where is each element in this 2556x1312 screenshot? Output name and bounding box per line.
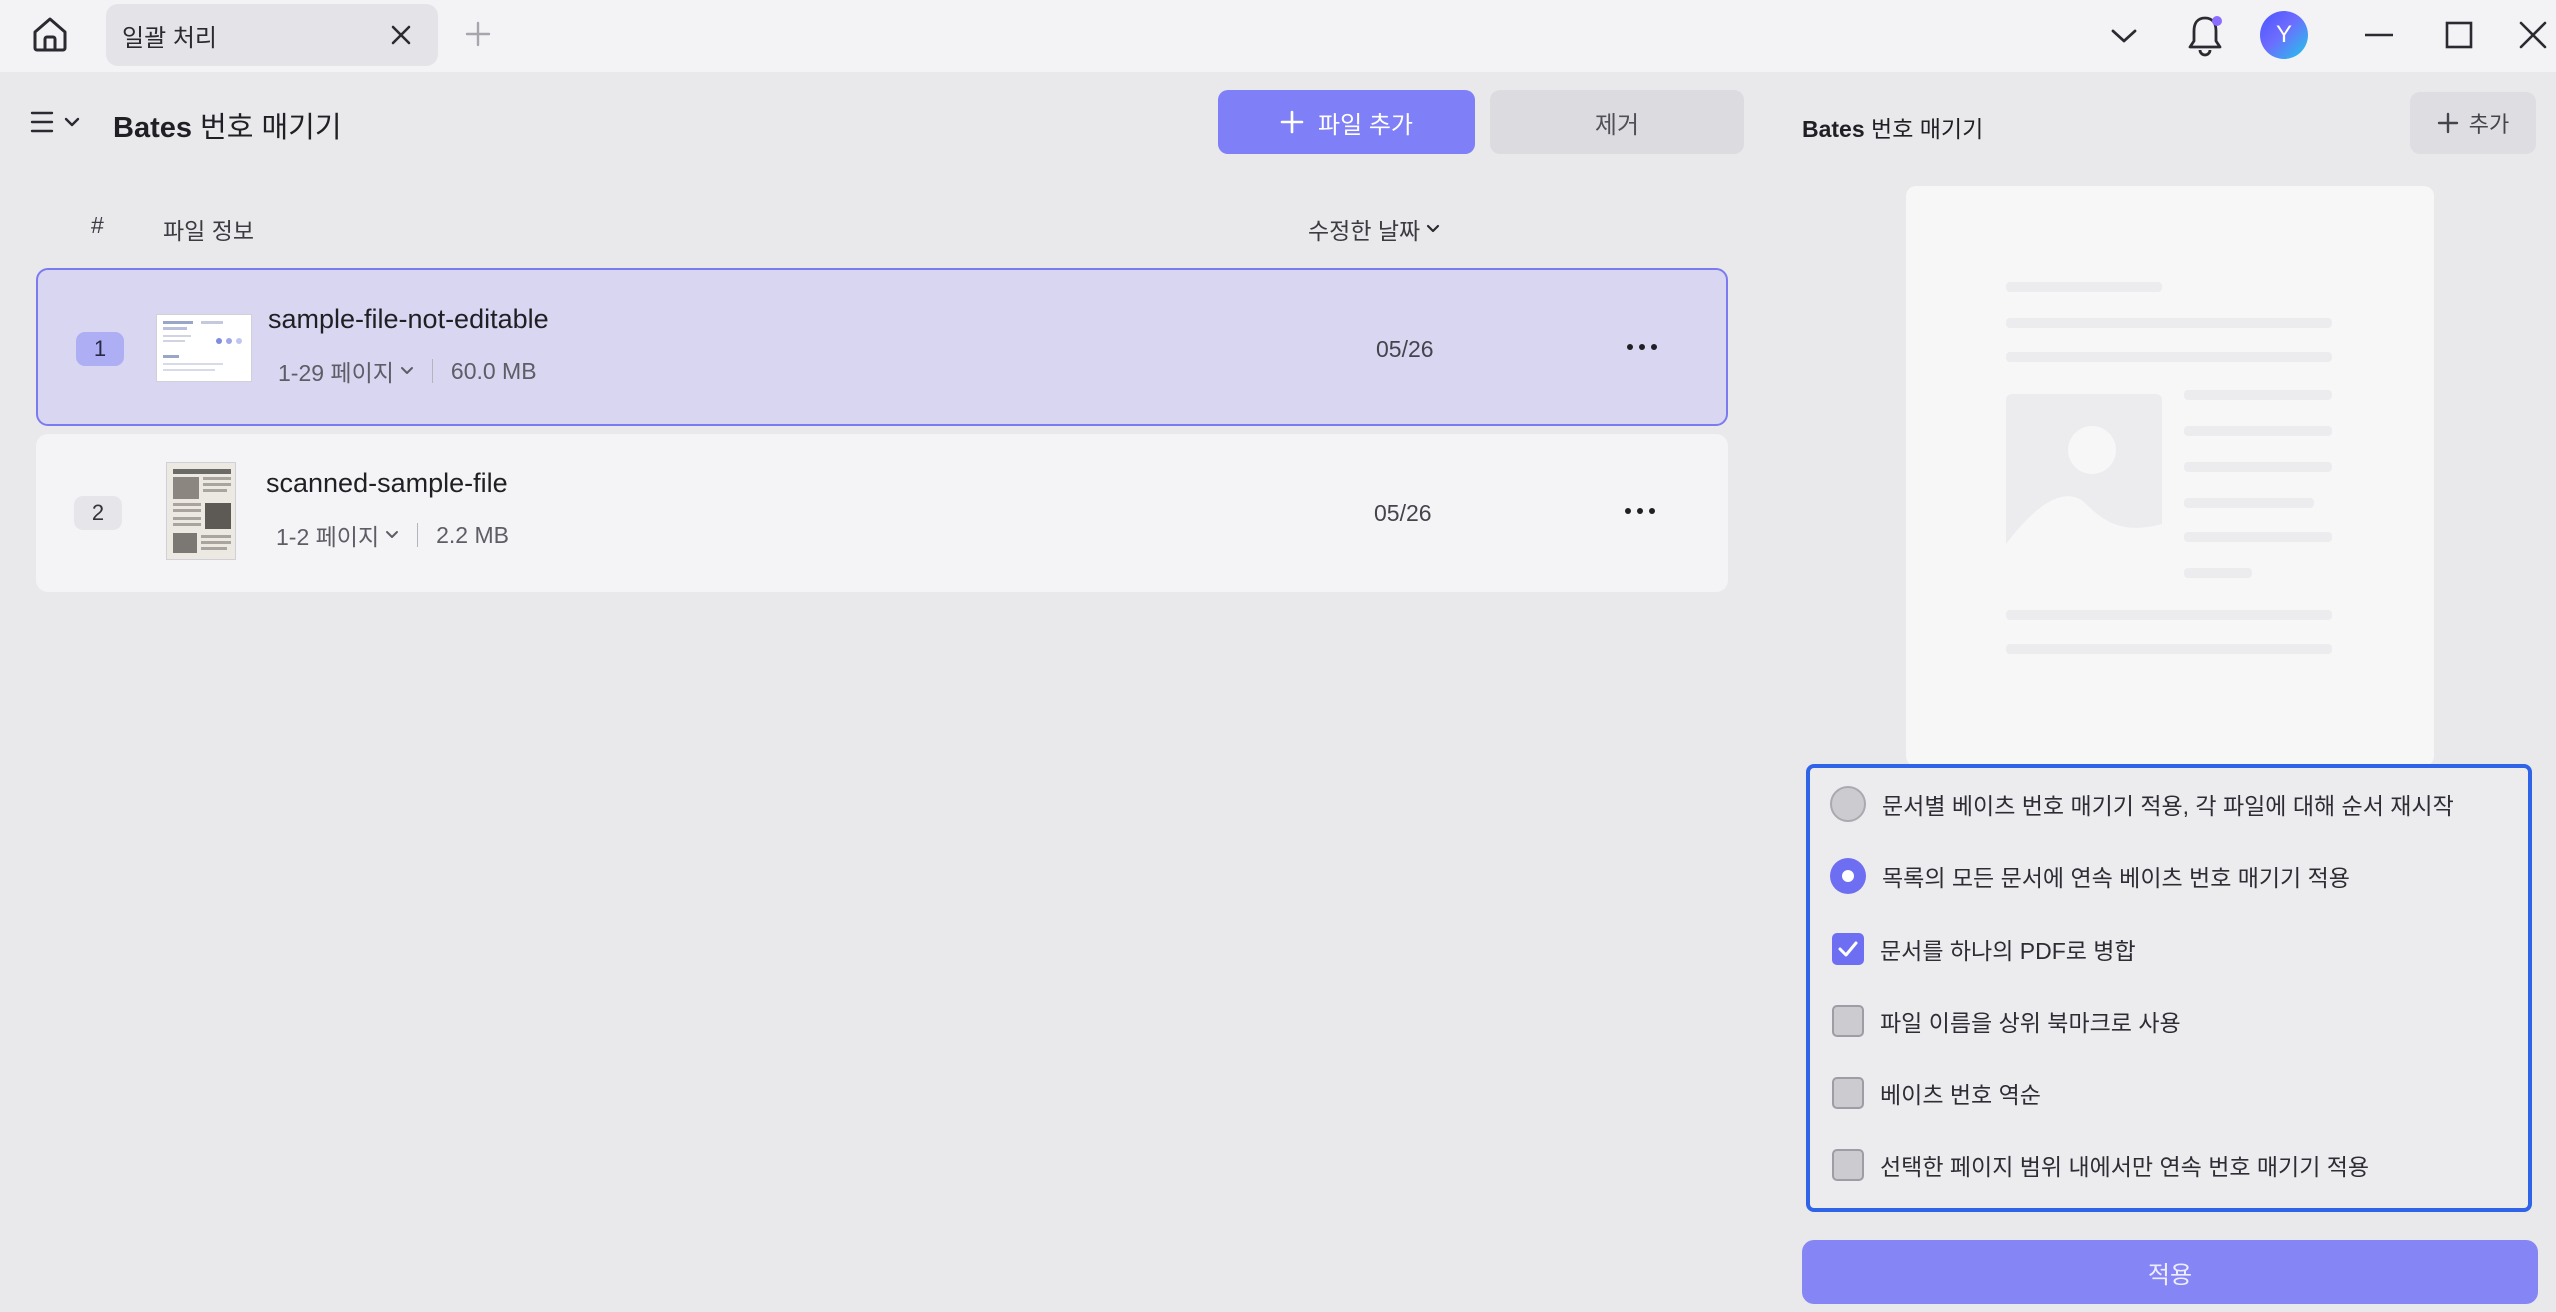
settings-title: Bates 번호 매기기 — [1802, 110, 1983, 144]
file-size: 2.2 MB — [436, 521, 509, 548]
more-options-button[interactable] — [1620, 332, 1664, 362]
chevron-down-icon — [1427, 224, 1440, 233]
file-date: 05/26 — [1376, 336, 1434, 362]
close-icon — [391, 25, 411, 45]
titlebar-dropdown-button[interactable] — [2104, 16, 2144, 56]
column-header-number: # — [91, 212, 104, 238]
page-range-label: 1-2 페이지 — [276, 524, 380, 550]
file-date: 05/26 — [1374, 500, 1432, 526]
file-thumbnail — [156, 314, 252, 382]
file-meta: 1-29 페이지 60.0 MB — [278, 354, 537, 388]
remove-button[interactable]: 제거 — [1490, 90, 1744, 154]
new-tab-button[interactable] — [460, 16, 496, 52]
row-number: 1 — [76, 332, 124, 366]
add-file-button[interactable]: 파일 추가 — [1218, 90, 1475, 154]
option-restart-per-file[interactable]: 문서별 베이츠 번호 매기기 적용, 각 파일에 대해 순서 재시작 — [1830, 786, 2454, 822]
plus-icon — [1280, 110, 1304, 134]
file-size: 60.0 MB — [450, 357, 537, 384]
maximize-button[interactable] — [2436, 14, 2482, 56]
option-continuous-numbering[interactable]: 목록의 모든 문서에 연속 베이츠 번호 매기기 적용 — [1830, 858, 2350, 894]
checkbox[interactable] — [1832, 1077, 1864, 1109]
remove-label: 제거 — [1594, 111, 1640, 139]
plus-icon — [2437, 112, 2458, 134]
page-range-dropdown[interactable]: 1-29 페이지 — [278, 354, 414, 388]
column-header-file-info: 파일 정보 — [163, 218, 255, 244]
divider — [431, 359, 433, 383]
column-header-modified-date[interactable]: 수정한 날짜 — [1308, 212, 1440, 246]
menu-icon — [30, 111, 54, 133]
option-label: 선택한 페이지 범위 내에서만 연속 번호 매기기 적용 — [1880, 1154, 2370, 1180]
checkbox-checked[interactable] — [1832, 933, 1864, 965]
more-icon — [1627, 344, 1633, 350]
divider — [417, 523, 419, 547]
bell-icon — [2188, 16, 2222, 57]
file-row[interactable]: 1 sample-file-not-editable 1-29 페이지 60.0… — [36, 268, 1728, 426]
chevron-down-icon — [400, 367, 413, 374]
option-label: 문서를 하나의 PDF로 병합 — [1880, 938, 2136, 964]
page-range-label: 1-29 페이지 — [278, 360, 394, 386]
option-label: 베이츠 번호 역순 — [1880, 1082, 2041, 1108]
tab-batch-processing[interactable]: 일괄 처리 — [106, 4, 438, 66]
tab-title: 일괄 처리 — [122, 24, 217, 52]
bates-options-panel: 문서별 베이츠 번호 매기기 적용, 각 파일에 대해 순서 재시작 목록의 모… — [1806, 764, 2532, 1212]
row-number: 2 — [74, 496, 122, 530]
avatar[interactable]: Y — [2260, 11, 2308, 59]
maximize-icon — [2445, 21, 2473, 49]
file-name: scanned-sample-file — [266, 468, 508, 498]
page-title-rest: 번호 매기기 — [192, 112, 342, 144]
close-window-button[interactable] — [2510, 14, 2556, 56]
file-name: sample-file-not-editable — [268, 304, 549, 334]
settings-title-bold: Bates — [1802, 116, 1865, 142]
apply-button[interactable]: 적용 — [1802, 1240, 2538, 1304]
more-options-button[interactable] — [1618, 496, 1662, 526]
option-filename-bookmark[interactable]: 파일 이름을 상위 북마크로 사용 — [1830, 1004, 2181, 1038]
document-thumbnail-icon — [163, 321, 242, 371]
option-selected-range-only[interactable]: 선택한 페이지 범위 내에서만 연속 번호 매기기 적용 — [1830, 1148, 2369, 1182]
apply-label: 적용 — [2147, 1261, 2193, 1289]
option-merge-pdf[interactable]: 문서를 하나의 PDF로 병합 — [1830, 932, 2136, 966]
file-list-panel — [0, 72, 1764, 1312]
page-title-bold: Bates — [113, 112, 192, 144]
checkbox[interactable] — [1832, 1005, 1864, 1037]
check-icon — [1838, 941, 1858, 957]
chevron-down-icon — [2111, 29, 2137, 43]
tab-close-button[interactable] — [386, 20, 416, 50]
option-label: 목록의 모든 문서에 연속 베이츠 번호 매기기 적용 — [1882, 865, 2350, 891]
minimize-button[interactable] — [2356, 14, 2402, 56]
radio-button[interactable] — [1830, 786, 1866, 822]
add-bates-label: 추가 — [2468, 112, 2510, 137]
close-icon — [2519, 21, 2547, 49]
notifications-button[interactable] — [2180, 10, 2230, 60]
chevron-down-icon — [386, 531, 399, 538]
home-icon — [33, 17, 67, 52]
image-placeholder-icon — [2006, 394, 2162, 584]
add-file-label: 파일 추가 — [1318, 111, 1413, 139]
page-preview — [1906, 186, 2434, 766]
checkbox[interactable] — [1832, 1149, 1864, 1181]
file-row[interactable]: 2 scanned-sample-file 1-2 페이지 2.2 MB 05/… — [36, 434, 1728, 592]
radio-button-selected[interactable] — [1830, 858, 1866, 894]
scanned-page-thumbnail-icon — [173, 469, 231, 553]
plus-icon — [465, 21, 491, 47]
file-meta: 1-2 페이지 2.2 MB — [276, 518, 509, 552]
page-range-dropdown[interactable]: 1-2 페이지 — [276, 518, 399, 552]
column-header-date-label: 수정한 날짜 — [1308, 218, 1421, 244]
settings-title-rest: 번호 매기기 — [1864, 116, 1984, 142]
menu-button[interactable] — [30, 104, 90, 140]
option-label: 파일 이름을 상위 북마크로 사용 — [1880, 1010, 2181, 1036]
option-reverse-order[interactable]: 베이츠 번호 역순 — [1830, 1076, 2041, 1110]
page-title: Bates 번호 매기기 — [113, 104, 342, 146]
add-bates-button[interactable]: 추가 — [2410, 92, 2536, 154]
home-button[interactable] — [20, 8, 80, 60]
chevron-down-icon — [64, 117, 80, 127]
option-label: 문서별 베이츠 번호 매기기 적용, 각 파일에 대해 순서 재시작 — [1882, 793, 2454, 819]
more-icon — [1625, 508, 1631, 514]
minimize-icon — [2365, 33, 2393, 37]
file-thumbnail — [166, 462, 236, 560]
